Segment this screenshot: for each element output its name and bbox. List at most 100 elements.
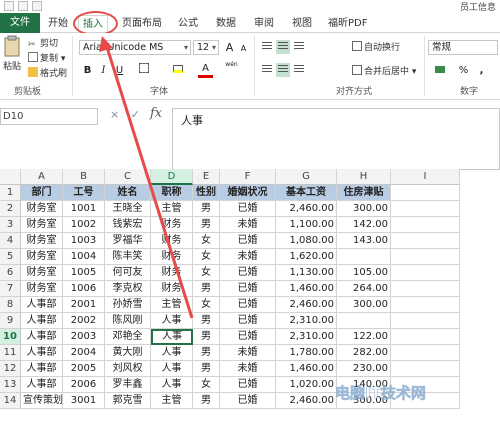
redo-icon[interactable] [32,1,42,11]
row-header[interactable]: 6 [0,265,21,281]
row-header[interactable]: 5 [0,249,21,265]
row-header[interactable]: 14 [0,393,21,409]
table-cell[interactable]: 李克权 [105,281,151,297]
row-header[interactable]: 8 [0,297,21,313]
header-cell[interactable]: 住房津贴 [337,185,391,201]
table-cell[interactable]: 财务室 [21,281,63,297]
tab-formulas[interactable]: 公式 [174,15,202,32]
column-header-h[interactable]: H [337,169,391,185]
table-cell[interactable]: 300.00 [337,201,391,217]
tab-foxit-pdf[interactable]: 福昕PDF [324,15,371,32]
header-cell[interactable]: 工号 [63,185,105,201]
table-cell[interactable]: 1002 [63,217,105,233]
row-header[interactable]: 2 [0,201,21,217]
middle-align-button[interactable] [276,40,290,54]
table-cell[interactable]: 2,460.00 [276,297,337,313]
table-cell[interactable]: 1,460.00 [276,361,337,377]
table-cell[interactable]: 陈丰笑 [105,249,151,265]
table-cell[interactable]: 财务 [151,265,193,281]
column-header-b[interactable]: B [63,169,105,185]
borders-button[interactable] [136,63,151,78]
table-cell[interactable]: 1005 [63,265,105,281]
bottom-align-button[interactable] [292,40,306,54]
table-cell[interactable]: 已婚 [220,233,276,249]
comma-button[interactable]: , [474,63,489,78]
table-cell[interactable] [391,297,460,313]
top-align-button[interactable] [260,40,274,54]
percent-button[interactable]: % [456,63,471,78]
font-color-button[interactable]: A [198,63,213,78]
table-cell[interactable]: 人事 [151,361,193,377]
table-cell[interactable]: 1003 [63,233,105,249]
table-cell[interactable]: 2,460.00 [276,393,337,409]
table-cell[interactable]: 1006 [63,281,105,297]
underline-button[interactable]: U [112,63,127,78]
table-cell[interactable]: 人事部 [21,297,63,313]
table-cell[interactable]: 人事部 [21,329,63,345]
grow-font-button[interactable]: A [222,40,237,55]
align-center-button[interactable] [276,63,290,77]
table-cell[interactable]: 宣传策划 [21,393,63,409]
table-cell[interactable] [391,281,460,297]
table-cell[interactable]: 黄大刚 [105,345,151,361]
column-header-d[interactable]: D [151,169,193,185]
column-header-a[interactable]: A [21,169,63,185]
row-header[interactable]: 9 [0,313,21,329]
table-cell[interactable]: 刘风权 [105,361,151,377]
table-cell[interactable]: 已婚 [220,297,276,313]
table-cell[interactable]: 主管 [151,297,193,313]
table-cell[interactable]: 女 [193,249,220,265]
row-header[interactable]: 12 [0,361,21,377]
table-cell[interactable] [391,265,460,281]
table-cell[interactable]: 已婚 [220,329,276,345]
table-cell[interactable]: 1,780.00 [276,345,337,361]
table-cell[interactable]: 2004 [63,345,105,361]
table-cell[interactable]: 王晓全 [105,201,151,217]
save-icon[interactable] [4,1,14,11]
row-header[interactable]: 11 [0,345,21,361]
table-cell[interactable]: 人事部 [21,377,63,393]
column-header-e[interactable]: E [193,169,220,185]
table-cell[interactable]: 2001 [63,297,105,313]
table-cell[interactable]: 282.00 [337,345,391,361]
table-cell[interactable]: 女 [193,233,220,249]
italic-button[interactable]: I [96,63,111,78]
table-cell[interactable]: 财务 [151,249,193,265]
row-header[interactable]: 4 [0,233,21,249]
table-cell[interactable]: 男 [193,345,220,361]
table-cell[interactable]: 人事部 [21,345,63,361]
name-box[interactable]: D10 [0,108,98,125]
table-cell[interactable]: 2003 [63,329,105,345]
tab-home[interactable]: 开始 [44,15,72,32]
table-cell[interactable]: 300.00 [337,297,391,313]
formula-input[interactable]: 人事 [172,108,500,170]
table-cell[interactable] [391,201,460,217]
table-cell[interactable]: 3001 [63,393,105,409]
table-cell[interactable]: 230.00 [337,361,391,377]
table-cell[interactable]: 男 [193,313,220,329]
table-cell[interactable]: 已婚 [220,377,276,393]
tab-page-layout[interactable]: 页面布局 [118,15,166,32]
table-cell[interactable]: 2005 [63,361,105,377]
table-cell[interactable] [391,345,460,361]
table-cell[interactable]: 未婚 [220,345,276,361]
table-cell[interactable]: 2,310.00 [276,313,337,329]
table-cell[interactable]: 1,020.00 [276,377,337,393]
row-header[interactable]: 3 [0,217,21,233]
table-cell[interactable] [391,393,460,409]
table-cell[interactable]: 主管 [151,393,193,409]
row-header[interactable]: 10 [0,329,21,345]
table-cell[interactable]: 已婚 [220,265,276,281]
table-cell[interactable]: 人事 [151,313,193,329]
enter-icon[interactable]: ✓ [131,108,140,121]
bold-button[interactable]: B [80,63,95,78]
table-cell[interactable] [391,361,460,377]
shrink-font-button[interactable]: A [236,41,251,56]
table-cell[interactable]: 人事部 [21,361,63,377]
tab-review[interactable]: 审阅 [250,15,278,32]
column-header-i[interactable]: I [391,169,460,185]
align-right-button[interactable] [292,63,306,77]
table-cell[interactable]: 未婚 [220,249,276,265]
header-cell[interactable]: 部门 [21,185,63,201]
row-header[interactable]: 13 [0,377,21,393]
